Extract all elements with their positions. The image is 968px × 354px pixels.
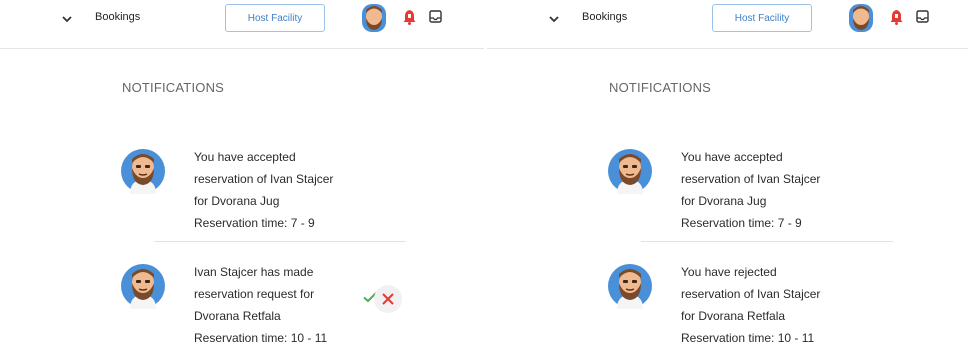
notification-line: reservation of Ivan Stajcer	[194, 172, 334, 186]
notification-line: You have accepted	[194, 150, 296, 164]
reservation-time: Reservation time: 7 - 9	[681, 216, 802, 230]
host-facility-button[interactable]: Host Facility	[712, 4, 812, 32]
notification-text: Ivan Stajcer has made reservation reques…	[194, 261, 379, 349]
notifications-panel-right: Bookings Host Facility NOTIFICATIONS You…	[487, 0, 968, 354]
inbox-icon[interactable]	[916, 10, 929, 23]
avatar	[607, 263, 653, 309]
reservation-time: Reservation time: 10 - 11	[681, 331, 815, 345]
bell-icon[interactable]	[890, 9, 903, 25]
bell-icon[interactable]	[403, 9, 416, 25]
notification-line: reservation of Ivan Stajcer	[681, 287, 821, 301]
notification-line: for Dvorana Jug	[194, 194, 280, 208]
notifications-panel-left: Bookings Host Facility NOTIFICATIONS You…	[0, 0, 484, 354]
notification-text: You have rejected reservation of Ivan St…	[681, 261, 866, 349]
notification-line: Ivan Stajcer has made	[194, 265, 314, 279]
reservation-time: Reservation time: 10 - 11	[194, 331, 328, 345]
notification-line: for Dvorana Retfala	[681, 309, 786, 323]
notifications-title: NOTIFICATIONS	[609, 80, 712, 95]
divider	[641, 241, 893, 242]
avatar	[607, 148, 653, 194]
host-facility-button[interactable]: Host Facility	[225, 4, 325, 32]
chevron-down-icon[interactable]	[60, 12, 74, 26]
notification-text: You have accepted reservation of Ivan St…	[681, 146, 866, 234]
inbox-icon[interactable]	[429, 10, 442, 23]
request-actions	[362, 285, 404, 313]
notification-line: You have accepted	[681, 150, 783, 164]
notification-line: reservation request for	[194, 287, 315, 301]
notification-line: Dvorana Retfala	[194, 309, 281, 323]
notification-line: for Dvorana Jug	[681, 194, 767, 208]
divider	[154, 241, 406, 242]
notification-line: You have rejected	[681, 265, 777, 279]
chevron-down-icon[interactable]	[547, 12, 561, 26]
top-navbar: Bookings Host Facility	[0, 0, 484, 49]
avatar	[120, 148, 166, 194]
notifications-title: NOTIFICATIONS	[122, 80, 225, 95]
reject-icon[interactable]	[381, 292, 395, 306]
bookings-nav-link[interactable]: Bookings	[95, 11, 140, 23]
notification-line: reservation of Ivan Stajcer	[681, 172, 821, 186]
avatar[interactable]	[847, 2, 875, 34]
bookings-nav-link[interactable]: Bookings	[582, 11, 627, 23]
avatar[interactable]	[360, 2, 388, 34]
top-navbar: Bookings Host Facility	[487, 0, 968, 49]
avatar	[120, 263, 166, 309]
notification-text: You have accepted reservation of Ivan St…	[194, 146, 379, 234]
reservation-time: Reservation time: 7 - 9	[194, 216, 315, 230]
